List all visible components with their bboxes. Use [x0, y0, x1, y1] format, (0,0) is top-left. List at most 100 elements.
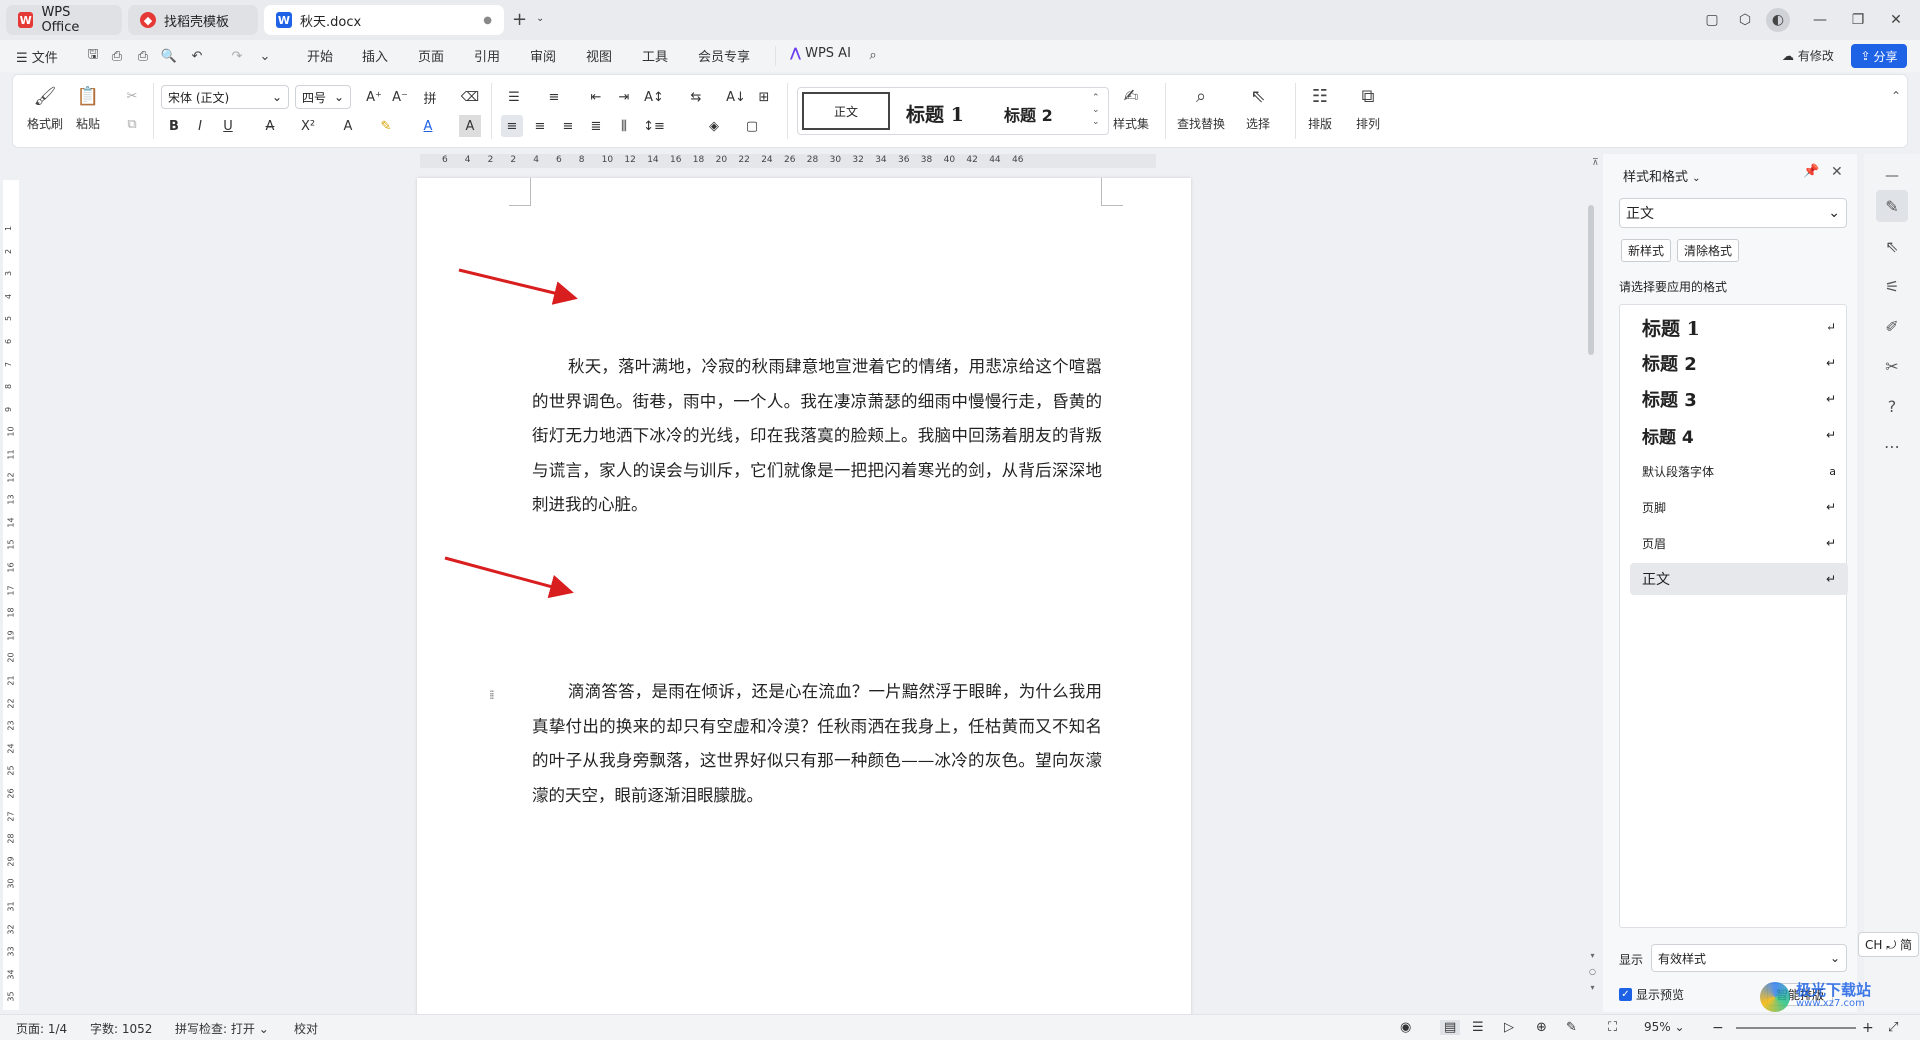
help-icon[interactable]: ?	[1876, 390, 1908, 422]
border-icon[interactable]: ▢	[741, 115, 763, 137]
sort-icon[interactable]: A↓	[725, 86, 747, 108]
page-nav-icons[interactable]: ▾ ○ ▾	[1589, 948, 1596, 996]
tab-document[interactable]: W 秋天.docx ●	[264, 5, 504, 35]
ruler-toggle-icon[interactable]: ⊼	[1592, 158, 1599, 168]
search-icon[interactable]: ⌕	[864, 46, 882, 64]
style-item-default-font[interactable]: 默认段落字体 a	[1630, 455, 1848, 487]
bold-icon[interactable]: B	[163, 115, 185, 137]
close-icon[interactable]: ✕	[1884, 8, 1908, 32]
export-icon[interactable]: ⎙	[108, 47, 126, 65]
clear-format-button[interactable]: 清除格式	[1677, 239, 1740, 262]
highlight-icon[interactable]: ✎	[375, 115, 397, 137]
align-right-icon[interactable]: ≡	[557, 115, 579, 137]
style-item-heading1[interactable]: 标题 1 ↵	[1630, 311, 1848, 343]
play-icon[interactable]: ▷	[1504, 1020, 1514, 1035]
word-count[interactable]: 字数: 1052	[90, 1020, 152, 1037]
spell-check[interactable]: 拼写检查: 打开 ⌄	[175, 1020, 269, 1037]
tools-icon[interactable]: ✂	[1876, 350, 1908, 382]
line-spacing-icon[interactable]: ↕≡	[643, 115, 665, 137]
drag-handle-icon[interactable]: ⁞⁞	[489, 688, 494, 702]
style-pen-icon[interactable]: ✎	[1876, 190, 1908, 222]
tab-template[interactable]: ◆ 找稻壳模板	[128, 5, 258, 35]
phonetic-icon[interactable]: 拼	[419, 86, 441, 108]
menu-tools[interactable]: 工具	[642, 46, 668, 65]
fit-page-icon[interactable]: ⛶	[1608, 1020, 1617, 1035]
gallery-scroll-icon[interactable]: ⌃ ⌄ ⌄	[1092, 92, 1100, 128]
paste-button[interactable]: 📋 粘贴	[75, 83, 101, 132]
collapse-ribbon-icon[interactable]: ⌃	[1891, 89, 1901, 103]
align-center-icon[interactable]: ≡	[529, 115, 551, 137]
copy-icon[interactable]: ⧉	[121, 113, 143, 135]
box-icon[interactable]: ⬡	[1733, 8, 1757, 32]
share-button[interactable]: ⇪ 分享	[1851, 44, 1907, 68]
menu-insert[interactable]: 插入	[362, 46, 388, 65]
style-heading2[interactable]: 标题 2	[1004, 102, 1053, 126]
file-menu[interactable]: ☰ 文件	[16, 47, 58, 66]
decrease-indent-icon[interactable]: ⇤	[585, 86, 607, 108]
style-normal[interactable]: 正文	[802, 92, 890, 130]
modified-indicator[interactable]: ☁ 有修改	[1782, 47, 1834, 64]
italic-icon[interactable]: I	[189, 115, 211, 137]
style-heading1[interactable]: 标题 1	[906, 100, 964, 127]
unsaved-dot-icon[interactable]: ●	[483, 15, 492, 26]
paragraph-2[interactable]: 滴滴答答，是雨在倾诉，还是心在流血？一片黯然浮于眼眸，为什么我用真挚付出的换来的…	[532, 675, 1102, 813]
print-icon[interactable]: ⎙	[134, 47, 152, 65]
font-color-icon[interactable]: A	[417, 115, 439, 137]
align-left-icon[interactable]: ≡	[501, 115, 523, 137]
bullet-list-icon[interactable]: ☰	[503, 86, 525, 108]
tab-list-chevron-icon[interactable]: ⌄	[536, 13, 544, 24]
char-shading-icon[interactable]: A	[459, 115, 481, 137]
tab-wps-office[interactable]: W WPS Office	[6, 5, 122, 35]
web-view-icon[interactable]: ⊕	[1536, 1020, 1547, 1035]
current-style-select[interactable]: 正文 ⌄	[1619, 198, 1847, 228]
minimize-icon[interactable]: —	[1808, 8, 1832, 32]
style-item-header[interactable]: 页眉 ↵	[1630, 527, 1848, 559]
zoom-in-icon[interactable]: +	[1862, 1020, 1874, 1036]
clear-format-icon[interactable]: ⌫	[459, 86, 481, 108]
strikethrough-icon[interactable]: A	[259, 115, 281, 137]
wps-ai-button[interactable]: ⋀ WPS AI	[790, 46, 851, 61]
page-indicator[interactable]: 页面: 1/4	[16, 1020, 67, 1037]
page-view-icon[interactable]: ▤	[1440, 1020, 1461, 1035]
menu-page[interactable]: 页面	[418, 46, 444, 65]
select-button[interactable]: ⇖ 选择	[1245, 83, 1271, 132]
menu-membership[interactable]: 会员专享	[698, 46, 750, 65]
save-icon[interactable]: 🖫	[84, 47, 102, 65]
undo-icon[interactable]: ↶	[188, 47, 206, 65]
menu-review[interactable]: 审阅	[530, 46, 556, 65]
justify-icon[interactable]: ≣	[585, 115, 607, 137]
style-item-heading3[interactable]: 标题 3 ↵	[1630, 383, 1848, 415]
redo-icon[interactable]: ↷	[228, 47, 246, 65]
text-direction-icon[interactable]: A↕	[643, 86, 665, 108]
zoom-out-icon[interactable]: −	[1712, 1020, 1724, 1036]
decrease-font-icon[interactable]: A⁻	[389, 86, 411, 108]
pen-icon[interactable]: ✎	[1566, 1020, 1577, 1035]
vertical-scrollbar[interactable]	[1588, 205, 1594, 355]
more-icon[interactable]: ⋯	[1876, 430, 1908, 462]
edit-image-icon[interactable]: ✐	[1876, 310, 1908, 342]
proofread[interactable]: 校对	[294, 1020, 318, 1037]
shading-icon[interactable]: ◈	[703, 115, 725, 137]
menu-reference[interactable]: 引用	[474, 46, 500, 65]
cut-icon[interactable]: ✂	[121, 85, 143, 107]
layout-button[interactable]: ☷ 排版	[1307, 83, 1333, 132]
preview-checkbox[interactable]: ✓ 显示预览	[1619, 986, 1684, 1003]
font-name-select[interactable]: 宋体 (正文) ⌄	[161, 85, 289, 109]
new-tab-button[interactable]: +	[512, 9, 527, 30]
menu-home[interactable]: 开始	[307, 46, 333, 65]
style-item-footer[interactable]: 页脚 ↵	[1630, 491, 1848, 523]
close-icon[interactable]: ✕	[1831, 164, 1843, 180]
increase-indent-icon[interactable]: ⇥	[613, 86, 635, 108]
increase-font-icon[interactable]: A⁺	[363, 86, 385, 108]
sort-direction-icon[interactable]: ⇆	[685, 86, 707, 108]
show-marks-icon[interactable]: ⊞	[753, 86, 775, 108]
vertical-ruler[interactable]: 1 2 3 4 5 6 7 8 9 10 11 12 13 14 15 16 17 18 19 20 21 22 23 24 2…	[3, 180, 19, 1010]
arrange-button[interactable]: ⧉ 排列	[1355, 83, 1381, 132]
distribute-icon[interactable]: ⫼	[613, 115, 635, 137]
outline-view-icon[interactable]: ☰	[1472, 1020, 1484, 1035]
window-tile-icon[interactable]: ▢	[1700, 8, 1724, 32]
collapse-icon[interactable]: —	[1876, 160, 1908, 192]
document-page[interactable]: 秋天，落叶满地，冷寂的秋雨肆意地宣泄着它的情绪，用悲凉给这个喧嚣的世界调色。街巷…	[417, 178, 1191, 1018]
new-style-button[interactable]: 新样式	[1621, 239, 1672, 262]
menu-view[interactable]: 视图	[586, 46, 612, 65]
